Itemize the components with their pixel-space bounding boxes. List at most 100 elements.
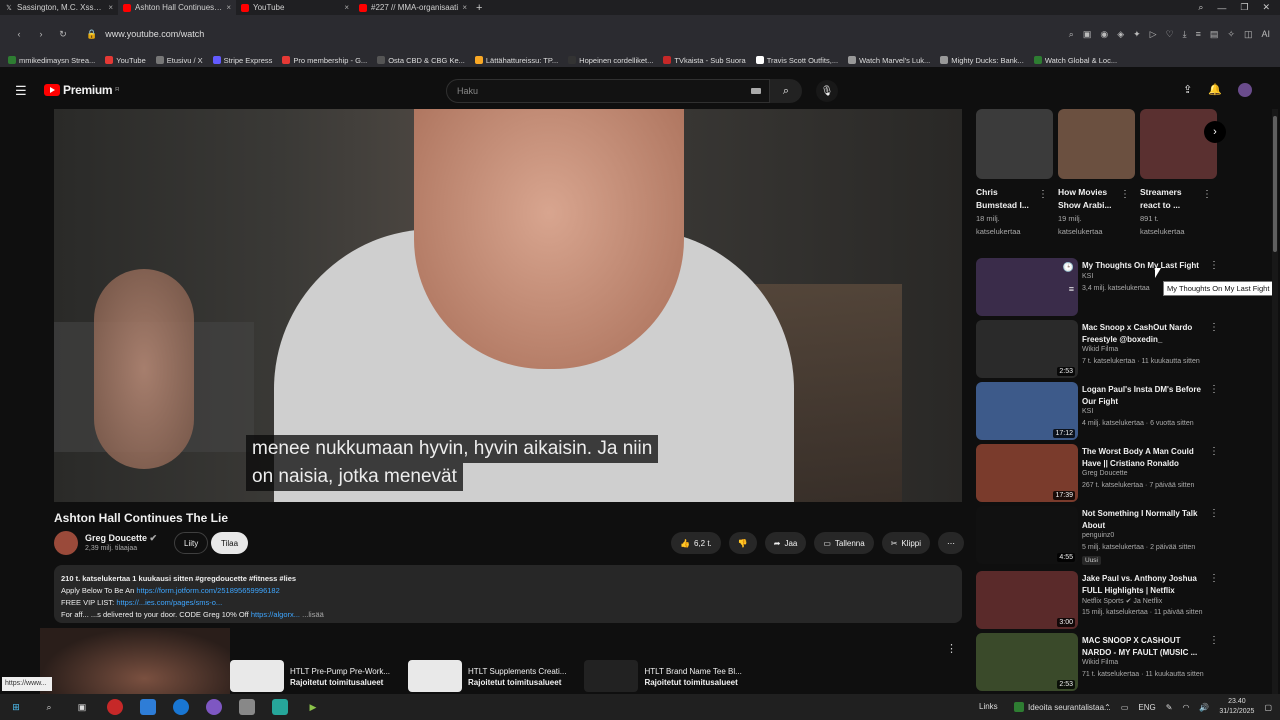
bookmark-item[interactable]: Travis Scott Outfits,... bbox=[755, 56, 838, 65]
show-more-button[interactable]: ...lisää bbox=[302, 610, 324, 619]
more-vertical-icon[interactable]: ⋮ bbox=[1209, 260, 1219, 271]
close-icon[interactable]: ✕ bbox=[1262, 2, 1270, 13]
close-icon[interactable]: × bbox=[108, 3, 113, 12]
bookmark-item[interactable]: Stripe Express bbox=[212, 56, 272, 65]
hamburger-menu-icon[interactable]: ☰ bbox=[15, 83, 27, 99]
task-view-icon[interactable]: ▣ bbox=[74, 699, 90, 715]
keyboard-icon[interactable] bbox=[751, 88, 761, 94]
language-indicator[interactable]: ENG bbox=[1138, 703, 1155, 712]
dislike-button[interactable]: 👎 bbox=[728, 532, 757, 554]
more-vertical-icon[interactable]: ⋮ bbox=[1202, 189, 1212, 200]
browser-tab[interactable]: 𝕏 Sassington, M.C. Xssà° 🐇 × bbox=[0, 0, 118, 15]
search-icon[interactable]: ⌕ bbox=[1069, 29, 1074, 40]
links-toolbar[interactable]: Links bbox=[979, 702, 998, 711]
forward-icon[interactable]: › bbox=[30, 29, 52, 39]
menu-icon[interactable]: ≡ bbox=[1196, 29, 1201, 39]
wallet-icon[interactable]: ▤ bbox=[1210, 29, 1219, 40]
browser-tab[interactable]: #227 // MMA-organisaati × bbox=[354, 0, 472, 15]
chevron-right-icon[interactable]: › bbox=[1204, 121, 1226, 143]
pen-icon[interactable]: ✎ bbox=[1166, 703, 1173, 712]
url-field[interactable]: www.youtube.com/watch bbox=[105, 29, 204, 39]
related-video[interactable]: 4:55 Not Something I Normally Talk About… bbox=[976, 506, 1266, 565]
bookmark-item[interactable]: TVkaista - Sub Suora bbox=[663, 56, 746, 65]
youtube-logo[interactable]: Premium FI bbox=[44, 83, 119, 97]
join-button[interactable]: Liity bbox=[174, 532, 209, 554]
search-icon[interactable]: ⌕ bbox=[41, 699, 57, 715]
related-video[interactable]: 2:53 Mac Snoop x CashOut Nardo Freestyle… bbox=[976, 320, 1266, 378]
bell-icon[interactable]: 🔔 bbox=[1208, 83, 1222, 97]
discord-icon[interactable] bbox=[206, 699, 222, 715]
windows-start-icon[interactable]: ⊞ bbox=[8, 699, 24, 715]
product-item[interactable]: HTLT Brand Name Tee Bl... Rajoitetut toim… bbox=[584, 660, 742, 692]
new-tab-button[interactable]: + bbox=[476, 2, 482, 14]
maximize-icon[interactable]: ❐ bbox=[1240, 2, 1248, 13]
shelf-item[interactable]: How Movies Show Arabi... 19 milj. katseluk… bbox=[1058, 109, 1135, 238]
more-vertical-icon[interactable]: ⋮ bbox=[1209, 573, 1219, 584]
more-vertical-icon[interactable]: ⋮ bbox=[1209, 322, 1219, 333]
related-video[interactable]: 17:39 The Worst Body A Man Could Have ||… bbox=[976, 444, 1266, 502]
play-icon[interactable]: ▶ bbox=[305, 699, 321, 715]
vpn-icon[interactable]: ✧ bbox=[1227, 29, 1235, 40]
more-vertical-icon[interactable]: ⋮ bbox=[1120, 189, 1130, 200]
volume-icon[interactable]: 🔊 bbox=[1199, 703, 1209, 712]
camera-icon[interactable]: ◉ bbox=[1100, 29, 1108, 40]
product-item[interactable]: HTLT Supplements Creati... Rajoitetut toi… bbox=[408, 660, 566, 692]
video-description[interactable]: 210 t. katselukertaa 1 kuukausi sitten #… bbox=[54, 565, 962, 623]
description-link[interactable]: https://form.jotform.com/251895659996182 bbox=[136, 586, 279, 595]
search-input[interactable]: Haku bbox=[446, 79, 770, 103]
save-button[interactable]: ▭ Tallenna bbox=[814, 532, 874, 554]
more-vertical-icon[interactable]: ⋮ bbox=[1209, 446, 1219, 457]
news-widget[interactable]: Ideoita seurantalistaa... bbox=[1014, 702, 1111, 712]
heart-icon[interactable]: ♡ bbox=[1166, 29, 1174, 40]
clock[interactable]: 23.40 31/12/2025 bbox=[1219, 697, 1254, 717]
wifi-icon[interactable]: ◠ bbox=[1182, 703, 1189, 712]
bookmark-item[interactable]: Mighty Ducks: Bank... bbox=[940, 56, 1024, 65]
app-icon[interactable] bbox=[239, 699, 255, 715]
bookmark-item[interactable]: Hopeinen cordelliket... bbox=[568, 56, 653, 65]
video-player[interactable]: menee nukkumaan hyvin, hyvin aikaisin. J… bbox=[54, 109, 962, 502]
bookmark-item[interactable]: mmikedimaysn Strea... bbox=[8, 56, 95, 65]
network-icon[interactable]: ▭ bbox=[1121, 703, 1129, 712]
close-icon[interactable]: × bbox=[226, 3, 231, 12]
close-icon[interactable]: × bbox=[462, 3, 467, 12]
back-icon[interactable]: ‹ bbox=[8, 29, 30, 39]
search-icon[interactable]: ⌕ bbox=[1198, 2, 1203, 13]
more-vertical-icon[interactable]: ⋮ bbox=[1209, 384, 1219, 395]
more-vertical-icon[interactable]: ⋮ bbox=[1038, 189, 1048, 200]
download-icon[interactable]: ⤓ bbox=[1183, 29, 1187, 40]
avatar[interactable] bbox=[1238, 83, 1252, 97]
browser-tab[interactable]: YouTube × bbox=[236, 0, 354, 15]
app-icon[interactable] bbox=[140, 699, 156, 715]
browser-tab-active[interactable]: Ashton Hall Continues Th × bbox=[118, 0, 236, 15]
more-vertical-icon[interactable]: ⋮ bbox=[1209, 635, 1219, 646]
reload-icon[interactable]: ↻ bbox=[52, 29, 74, 40]
clip-button[interactable]: ✂ Klippi bbox=[881, 532, 930, 554]
opera-icon[interactable] bbox=[107, 699, 123, 715]
description-link[interactable]: https://...ies.com/pages/sms-o... bbox=[116, 598, 222, 607]
subscribe-button[interactable]: Tilaa bbox=[211, 532, 249, 554]
bookmark-item[interactable]: Watch Marvel's Luk... bbox=[848, 56, 930, 65]
edge-icon[interactable] bbox=[173, 699, 189, 715]
more-actions-button[interactable]: ⋯ bbox=[938, 532, 964, 554]
share-button[interactable]: ➦ Jaa bbox=[764, 532, 807, 554]
shelf-item[interactable]: Chris Bumstead I... 18 milj. katselukertaa… bbox=[976, 109, 1053, 238]
bookmark-item[interactable]: YouTube bbox=[105, 56, 146, 65]
box-icon[interactable]: ◫ bbox=[1244, 29, 1253, 40]
related-video[interactable]: 2:53 MAC SNOOP X CASHOUT NARDO - MY FAUL… bbox=[976, 633, 1266, 691]
shield-icon[interactable]: ◈ bbox=[1117, 29, 1124, 40]
bookmark-item[interactable]: Lättähattureissu: TP... bbox=[474, 56, 558, 65]
related-video[interactable]: 3:00 Jake Paul vs. Anthony Joshua FULL H… bbox=[976, 571, 1266, 629]
bookmark-item[interactable]: Pro membership - G... bbox=[282, 56, 367, 65]
channel-name[interactable]: Greg Doucette ✔ bbox=[85, 533, 157, 544]
bookmark-item[interactable]: Watch Global & Loc... bbox=[1033, 56, 1117, 65]
close-icon[interactable]: × bbox=[344, 3, 349, 12]
description-link[interactable]: https://algorx... bbox=[251, 610, 300, 619]
extension-icon[interactable]: ✦ bbox=[1133, 29, 1141, 40]
channel-avatar[interactable] bbox=[54, 531, 78, 555]
queue-icon[interactable]: ≡ bbox=[1069, 284, 1074, 294]
bookmark-item[interactable]: Etusivu / X bbox=[155, 56, 203, 65]
notification-icon[interactable]: ▢ bbox=[1264, 703, 1272, 712]
app-icon[interactable] bbox=[272, 699, 288, 715]
search-button[interactable]: ⌕ bbox=[770, 79, 802, 103]
voice-search-button[interactable]: 🎙 bbox=[816, 80, 838, 102]
